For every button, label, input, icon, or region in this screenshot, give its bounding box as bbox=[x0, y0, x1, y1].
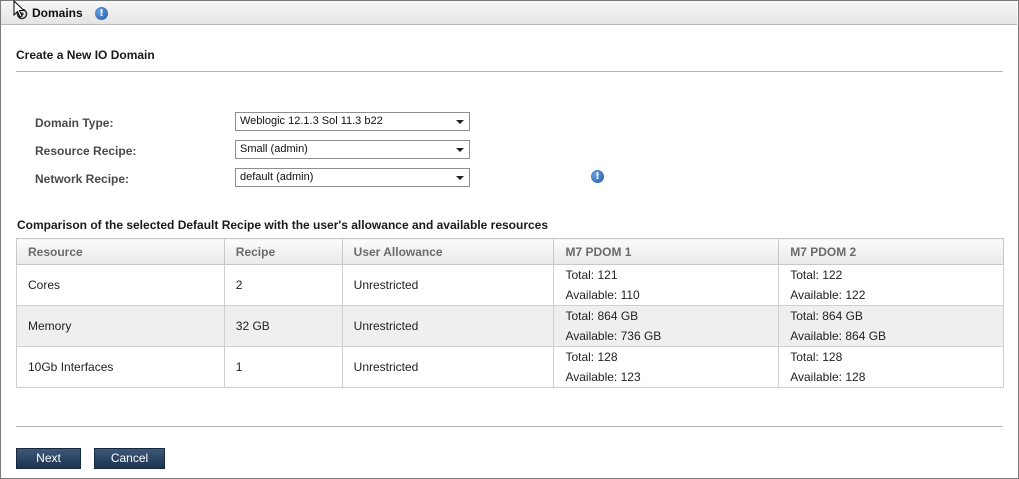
divider bbox=[16, 426, 1003, 427]
column-header[interactable]: M7 PDOM 1 bbox=[553, 238, 780, 265]
table-row[interactable]: 10Gb Interfaces 1 Unrestricted Total: 12… bbox=[16, 346, 1004, 388]
pdom2-available: Available: 128 bbox=[790, 370, 866, 384]
recipe-cell: 1 bbox=[223, 346, 343, 388]
column-header[interactable]: User Allowance bbox=[341, 238, 555, 265]
allowance-cell: Unrestricted bbox=[341, 346, 555, 388]
pdom2-total: Total: 128 bbox=[790, 350, 843, 364]
title-bar: Domains ! bbox=[1, 1, 1017, 25]
network-recipe-label: Network Recipe: bbox=[35, 172, 130, 186]
pdom1-total: Total: 128 bbox=[565, 350, 618, 364]
pdom1-cell: Total: 128 Available: 123 bbox=[553, 346, 780, 388]
network-recipe-select[interactable]: default (admin) bbox=[235, 168, 470, 187]
info-icon[interactable]: ! bbox=[591, 170, 604, 183]
resource-recipe-label: Resource Recipe: bbox=[35, 144, 137, 158]
cancel-button[interactable]: Cancel bbox=[94, 448, 165, 469]
info-icon[interactable]: ! bbox=[95, 7, 108, 20]
pdom1-available: Available: 736 GB bbox=[565, 329, 662, 343]
resource-cell: Cores bbox=[16, 264, 225, 306]
allowance-cell: Unrestricted bbox=[341, 264, 555, 306]
pdom1-cell: Total: 864 GB Available: 736 GB bbox=[553, 305, 780, 347]
pdom2-cell: Total: 864 GB Available: 864 GB bbox=[778, 305, 1004, 347]
network-recipe-value: default (admin) bbox=[240, 171, 314, 183]
comparison-table: Resource Recipe User Allowance M7 PDOM 1… bbox=[16, 238, 1004, 388]
mouse-cursor-icon bbox=[13, 0, 25, 18]
divider bbox=[16, 71, 1003, 72]
next-button[interactable]: Next bbox=[16, 448, 81, 469]
pdom2-available: Available: 122 bbox=[790, 288, 866, 302]
chevron-down-icon[interactable] bbox=[456, 176, 464, 180]
chevron-down-icon[interactable] bbox=[456, 120, 464, 124]
resource-cell: 10Gb Interfaces bbox=[16, 346, 225, 388]
pdom1-available: Available: 110 bbox=[565, 288, 640, 302]
pdom1-cell: Total: 121 Available: 110 bbox=[553, 264, 780, 306]
pdom2-cell: Total: 122 Available: 122 bbox=[778, 264, 1004, 306]
table-header-row: Resource Recipe User Allowance M7 PDOM 1… bbox=[16, 238, 1004, 265]
allowance-cell: Unrestricted bbox=[341, 305, 555, 347]
window-title: Domains bbox=[32, 6, 83, 20]
column-header[interactable]: Recipe bbox=[223, 238, 343, 265]
table-row[interactable]: Cores 2 Unrestricted Total: 121 Availabl… bbox=[16, 264, 1004, 306]
section-title: Create a New IO Domain bbox=[16, 48, 155, 62]
pdom1-total: Total: 864 GB bbox=[565, 309, 639, 323]
pdom1-available: Available: 123 bbox=[565, 370, 641, 384]
resource-cell: Memory bbox=[16, 305, 225, 347]
column-header[interactable]: Resource bbox=[16, 238, 225, 265]
table-row[interactable]: Memory 32 GB Unrestricted Total: 864 GB … bbox=[16, 305, 1004, 347]
recipe-cell: 2 bbox=[223, 264, 343, 306]
column-header[interactable]: M7 PDOM 2 bbox=[778, 238, 1004, 265]
pdom1-total: Total: 121 bbox=[565, 268, 618, 282]
pdom2-total: Total: 122 bbox=[790, 268, 843, 282]
domain-type-label: Domain Type: bbox=[35, 116, 114, 130]
resource-recipe-select[interactable]: Small (admin) bbox=[235, 140, 470, 159]
pdom2-cell: Total: 128 Available: 128 bbox=[778, 346, 1004, 388]
domain-type-value: Weblogic 12.1.3 Sol 11.3 b22 bbox=[240, 115, 383, 127]
recipe-cell: 32 GB bbox=[223, 305, 343, 347]
comparison-title: Comparison of the selected Default Recip… bbox=[17, 218, 549, 232]
chevron-down-icon[interactable] bbox=[456, 148, 464, 152]
pdom2-available: Available: 864 GB bbox=[790, 329, 887, 343]
domain-type-select[interactable]: Weblogic 12.1.3 Sol 11.3 b22 bbox=[235, 112, 470, 131]
resource-recipe-value: Small (admin) bbox=[240, 143, 308, 155]
pdom2-total: Total: 864 GB bbox=[790, 309, 863, 323]
